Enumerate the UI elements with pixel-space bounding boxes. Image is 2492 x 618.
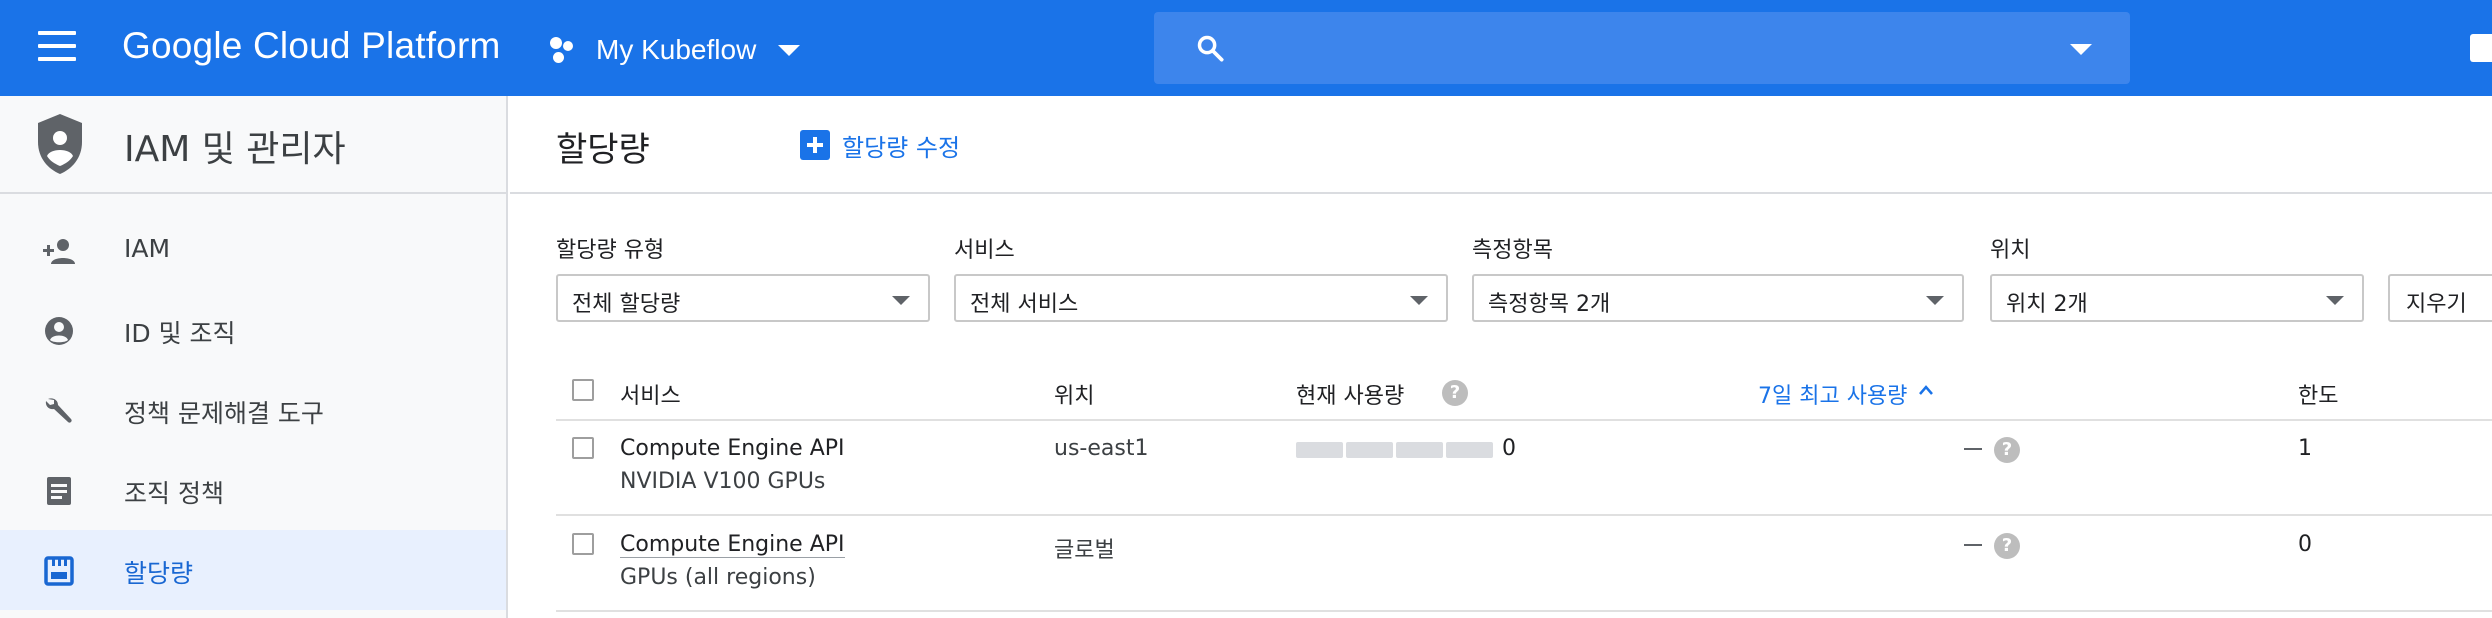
clear-filters-label: 지우기 [2406,292,2467,317]
usage-bar [1296,442,1493,458]
sidebar-item-quotas[interactable]: 할당량 [0,530,506,610]
column-header-peak-usage[interactable]: 7일 최고 사용량 [1758,378,1907,410]
clear-filters-button[interactable]: 지우기 [2388,274,2492,322]
sidebar-item-organization-policies[interactable]: 조직 정책 [0,450,506,530]
row-checkbox[interactable] [572,533,594,555]
page-title: 할당량 [556,130,650,170]
sidebar-header: IAM 및 관리자 [0,96,506,194]
column-header-location[interactable]: 위치 [1054,378,1094,410]
sidebar-item-identity-organization[interactable]: ID 및 조직 [0,290,506,370]
help-icon[interactable]: ? [1994,533,2020,559]
dropdown-arrow-icon [892,296,910,305]
project-icon [550,35,580,65]
sidebar-item-label: 조직 정책 [124,479,224,508]
select-all-checkbox[interactable] [572,379,594,401]
column-header-limit[interactable]: 한도 [2298,378,2338,410]
dropdown-arrow-icon [1926,296,1944,305]
quota-icon [44,556,74,586]
cloud-shell-icon[interactable] [2470,34,2492,62]
person-add-icon [43,239,75,264]
service-select[interactable]: 전체 서비스 [954,274,1448,322]
chevron-down-icon [778,44,801,56]
filter-label-quota-type: 할당량 유형 [556,238,665,263]
select-value: 위치 2개 [2006,292,2088,317]
sidebar-item-label: ID 및 조직 [124,319,236,348]
row-peak-usage-dash [1964,544,1982,546]
top-app-bar: Google Cloud Platform My Kubeflow [0,0,2492,96]
row-service: Compute Engine API [620,436,845,461]
divider [510,192,2492,194]
row-peak-usage-dash [1964,448,1982,450]
metric-select[interactable]: 측정항목 2개 [1472,274,1964,322]
row-divider [556,514,2492,516]
row-limit: 0 [2298,532,2312,557]
project-selector[interactable]: My Kubeflow [550,30,801,70]
filter-label-service: 서비스 [954,238,1015,263]
edit-quotas-label: 할당량 수정 [842,133,961,162]
sidebar-item-label: 정책 문제해결 도구 [124,399,324,428]
help-icon[interactable]: ? [1442,380,1468,406]
sidebar-item-policy-troubleshooter[interactable]: 정책 문제해결 도구 [0,370,506,450]
search-input[interactable] [1244,26,2044,70]
document-list-icon [47,477,71,505]
filter-label-location: 위치 [1990,238,2031,263]
filter-label-metric: 측정항목 [1472,238,1553,263]
select-value: 측정항목 2개 [1488,292,1611,317]
row-location: 글로벌 [1054,538,1115,563]
menu-icon[interactable] [38,31,80,65]
wrench-icon [45,398,72,423]
edit-quotas-button[interactable]: 할당량 수정 [800,128,960,162]
location-select[interactable]: 위치 2개 [1990,274,2364,322]
sidebar-title: IAM 및 관리자 [124,129,346,170]
column-header-current-usage[interactable]: 현재 사용량 [1296,378,1404,410]
row-divider [556,610,2492,612]
row-limit: 1 [2298,436,2312,461]
dropdown-arrow-icon [2326,296,2344,305]
sidebar-item-iam[interactable]: IAM [0,210,506,290]
add-box-icon [800,130,830,160]
sidebar-item-label: 할당량 [124,559,194,588]
dropdown-arrow-icon [1410,296,1428,305]
search-dropdown-icon[interactable] [2070,44,2092,55]
row-checkbox[interactable] [572,437,594,459]
brand-title[interactable]: Google Cloud Platform [122,25,501,67]
left-sidebar: IAM 및 관리자 IAM ID 및 조직 정책 문제해결 도구 조직 정책 할… [0,96,508,618]
row-location: us-east1 [1054,436,1149,461]
row-metric: GPUs (all regions) [620,565,816,590]
account-circle-icon [45,317,73,345]
select-value: 전체 서비스 [970,292,1079,317]
project-name: My Kubeflow [596,34,757,65]
select-value: 전체 할당량 [572,292,681,317]
table-header-divider [556,419,2492,421]
sort-ascending-icon[interactable] [1918,384,1934,396]
row-metric: NVIDIA V100 GPUs [620,469,826,494]
row-service[interactable]: Compute Engine API [620,532,845,558]
row-current-usage: 0 [1502,436,1516,461]
column-header-service[interactable]: 서비스 [620,378,681,410]
search-bar[interactable] [1154,12,2130,84]
quota-type-select[interactable]: 전체 할당량 [556,274,930,322]
search-icon [1197,35,1224,62]
sidebar-item-label: IAM [124,234,171,263]
help-icon[interactable]: ? [1994,437,2020,463]
shield-icon [38,114,82,174]
